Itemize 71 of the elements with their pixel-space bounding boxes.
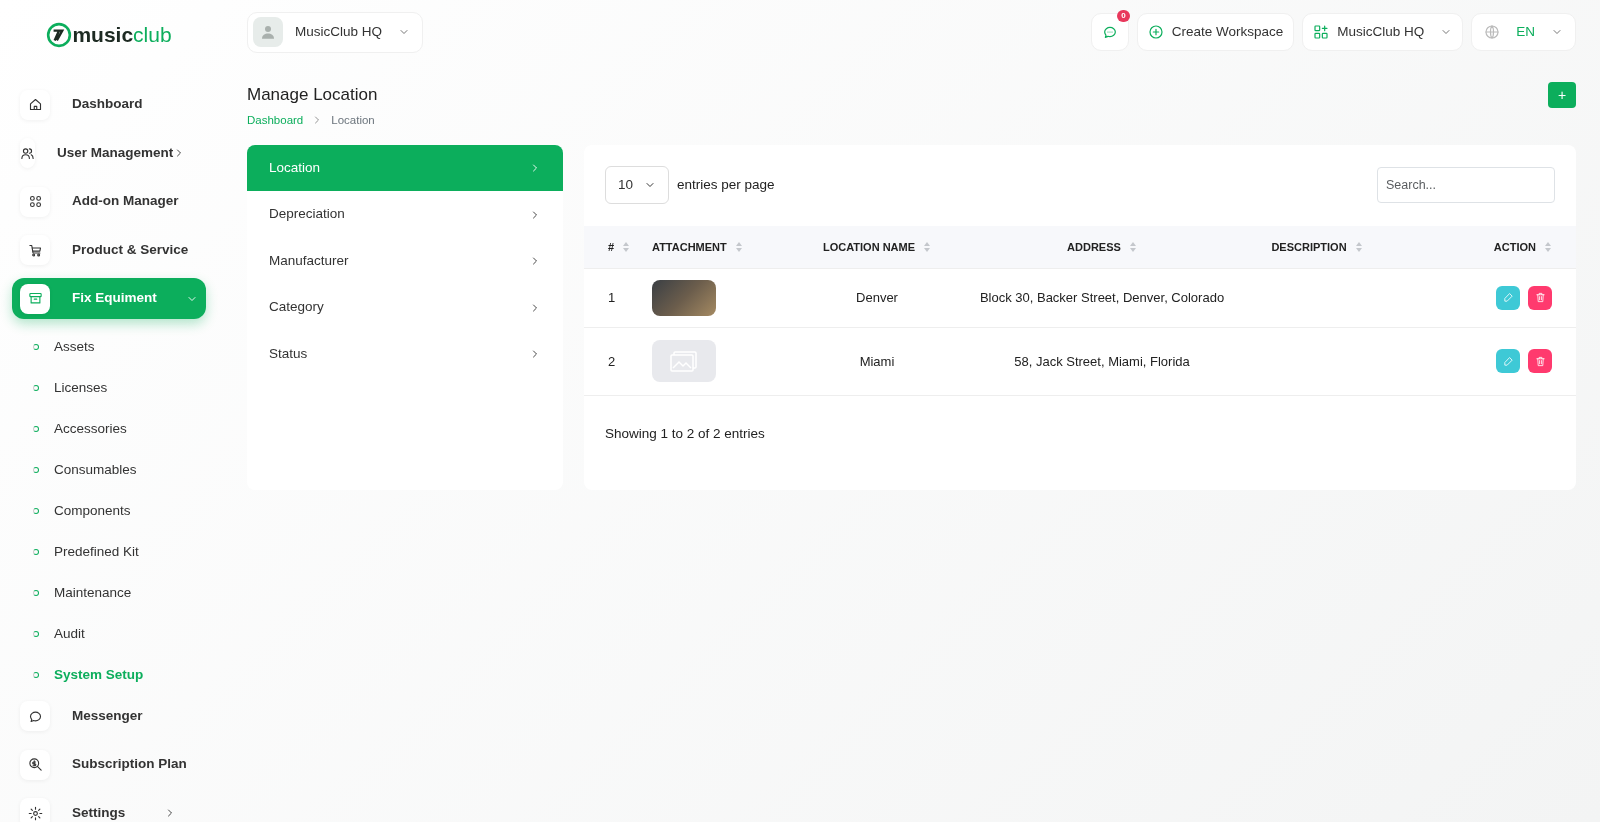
sidebar-item[interactable]: User Management bbox=[12, 132, 184, 174]
sidebar-item[interactable]: Messenger bbox=[12, 695, 206, 737]
edit-button[interactable] bbox=[1496, 349, 1520, 374]
submenu-item[interactable]: Assets bbox=[12, 326, 206, 368]
table-cell: Miami bbox=[859, 353, 895, 369]
column-header[interactable]: # bbox=[608, 238, 615, 255]
trash-icon bbox=[1534, 292, 1546, 304]
table-cell: Block 30, Backer Street, Denver, Colorado bbox=[979, 290, 1225, 305]
delete-button[interactable] bbox=[1528, 349, 1552, 374]
users-icon bbox=[20, 145, 35, 161]
trash-icon bbox=[1534, 355, 1546, 367]
pencil-icon bbox=[1502, 292, 1514, 304]
create-workspace-button[interactable]: Create Workspace bbox=[1136, 13, 1295, 51]
sidebar-item[interactable]: Product & Service bbox=[12, 229, 206, 271]
submenu-item[interactable]: Components bbox=[12, 490, 206, 532]
table-cell: 58, Jack Street, Miami, Florida bbox=[1014, 353, 1190, 369]
search-icon bbox=[27, 757, 43, 772]
workspace-dropdown[interactable]: MusicClub HQ bbox=[1302, 13, 1464, 51]
sort-icon bbox=[1544, 240, 1552, 253]
chat-icon bbox=[27, 708, 43, 724]
setup-menu-item[interactable]: Category bbox=[247, 284, 563, 331]
sort-icon bbox=[622, 240, 631, 253]
column-header[interactable]: DESCRIPTION bbox=[1271, 238, 1347, 255]
photo-placeholder bbox=[652, 279, 716, 316]
page-size-label: entries per page bbox=[677, 175, 775, 194]
workspace-switcher[interactable]: MusicClub HQ bbox=[247, 11, 424, 53]
column-header[interactable]: ADDRESS bbox=[1067, 238, 1121, 255]
table-cell-text: 1 bbox=[608, 289, 617, 307]
submenu-item[interactable]: Consumables bbox=[12, 449, 206, 491]
messages-button[interactable]: 0 bbox=[1090, 13, 1129, 51]
sort-icon bbox=[734, 240, 743, 253]
column-header[interactable]: ATTACHMENT bbox=[652, 238, 727, 255]
column-header[interactable]: ACTION bbox=[1493, 238, 1536, 255]
cart-icon bbox=[27, 242, 43, 258]
submenu-item[interactable]: Licenses bbox=[12, 367, 206, 409]
logo-icon bbox=[46, 22, 73, 48]
breadcrumb-current: Location bbox=[331, 112, 375, 128]
apps-icon bbox=[1313, 24, 1330, 40]
setup-menu-item[interactable]: Depreciation bbox=[247, 191, 563, 238]
sidebar-item[interactable]: Add-on Manager bbox=[12, 181, 206, 222]
column-header[interactable]: LOCATION NAME bbox=[822, 238, 916, 255]
sort-icon bbox=[1354, 240, 1363, 253]
setup-menu-item[interactable]: Status bbox=[247, 330, 563, 378]
submenu-item[interactable]: Accessories bbox=[12, 408, 206, 450]
submenu-item[interactable]: Audit bbox=[12, 613, 206, 655]
delete-button[interactable] bbox=[1528, 285, 1552, 310]
globe-icon bbox=[1484, 24, 1501, 40]
sort-icon bbox=[923, 240, 932, 253]
sidebar-item[interactable]: Settings bbox=[12, 792, 184, 822]
page-size-select[interactable]: 10 bbox=[605, 165, 669, 204]
page-title: Manage Location bbox=[247, 84, 378, 106]
home-icon bbox=[27, 97, 43, 112]
sidebar-item[interactable]: Dashboard bbox=[12, 84, 206, 125]
sidebar-item[interactable]: Subscription Plan bbox=[12, 744, 206, 785]
notification-badge: 0 bbox=[1117, 10, 1130, 22]
settings-icon bbox=[27, 805, 43, 821]
entries-info: Showing 1 to 2 of 2 entries bbox=[605, 425, 765, 441]
avatar-icon bbox=[253, 17, 283, 47]
grid-icon bbox=[27, 194, 43, 209]
pencil-icon bbox=[1502, 355, 1514, 367]
archive-icon bbox=[27, 291, 43, 306]
plus-circle-icon bbox=[1147, 24, 1164, 40]
edit-button[interactable] bbox=[1496, 285, 1520, 310]
table-cell: Denver bbox=[856, 290, 898, 305]
submenu-item[interactable]: Maintenance bbox=[12, 572, 206, 614]
setup-menu-item[interactable]: Manufacturer bbox=[247, 237, 563, 285]
logo: musicclub bbox=[12, 0, 206, 70]
sort-icon bbox=[1128, 240, 1137, 253]
search-field[interactable]: Search... bbox=[1377, 166, 1555, 203]
table-cell-text: 2 bbox=[608, 352, 617, 371]
submenu-item[interactable]: Predefined Kit bbox=[12, 531, 206, 573]
